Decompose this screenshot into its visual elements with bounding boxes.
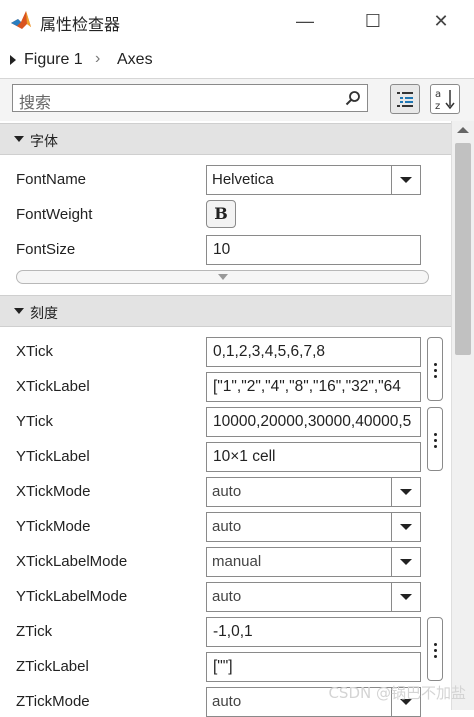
field-value: 10×1 cell [213,448,276,465]
window-title: 属性检查器 [40,15,121,34]
chevron-down-icon[interactable] [391,478,420,506]
watermark: CSDN @锅巴不加盐 [328,684,466,702]
group-view-icon [397,92,413,107]
breadcrumb-figure[interactable]: Figure 1 [24,51,83,69]
property-name: YTickMode [16,518,91,535]
collapse-triangle-icon [14,136,24,142]
ztick-field[interactable]: -1,0,1 [206,617,421,647]
svg-text:a: a [435,89,441,100]
section-header-ticks[interactable]: 刻度 [0,295,451,327]
field-value: ["1","2","4","8","16","32","64 [213,378,401,395]
chevron-down-icon[interactable] [391,583,420,611]
breadcrumb-axes[interactable]: Axes [117,51,153,69]
matlab-logo-icon [11,11,31,29]
property-name: ZTick [16,623,53,640]
maximize-button[interactable]: ☐ [356,6,390,36]
minimize-button[interactable]: — [288,6,322,36]
scrollbar-thumb[interactable] [455,143,471,355]
section-header-font[interactable]: 字体 [0,123,451,155]
section-label: 字体 [30,134,58,150]
zticklabel-field[interactable]: [""] [206,652,421,682]
dropdown-value: auto [212,518,242,535]
property-name: YTickLabelMode [16,588,128,605]
property-name: FontWeight [16,206,93,223]
chevron-down-icon[interactable] [391,513,420,541]
property-name: ZTickLabel [16,658,89,675]
xtickmode-dropdown[interactable]: auto [206,477,421,507]
group-view-button[interactable] [390,84,420,114]
dropdown-value: auto [212,483,242,500]
property-name: XTickLabel [16,378,90,395]
scroll-up-icon[interactable] [457,127,469,133]
yticklabel-field[interactable]: 10×1 cell [206,442,421,472]
more-options-button[interactable] [427,617,443,681]
property-name: XTickMode [16,483,91,500]
dropdown-value: auto [212,693,242,710]
dropdown-value: Helvetica [212,171,274,188]
close-icon: ✕ [433,10,449,31]
yticklabelmode-dropdown[interactable]: auto [206,582,421,612]
chevron-down-icon[interactable] [391,548,420,576]
dropdown-value: auto [212,588,242,605]
fontname-dropdown[interactable]: Helvetica [206,165,421,195]
chevron-down-icon[interactable] [391,166,420,194]
chevron-right-icon: › [95,50,101,67]
property-name: XTick [16,343,53,360]
collapse-triangle-icon [14,308,24,314]
close-button[interactable]: ✕ [424,6,458,36]
ytick-field[interactable]: 10000,20000,30000,40000,5 [206,407,421,437]
property-name: YTickLabel [16,448,90,465]
field-value: 0,1,2,3,4,5,6,7,8 [213,343,326,360]
sort-alphabetical-icon: a z [435,89,455,112]
xtick-field[interactable]: 0,1,2,3,4,5,6,7,8 [206,337,421,367]
field-value: [""] [213,658,233,675]
property-name: XTickLabelMode [16,553,128,570]
property-name: YTick [16,413,53,430]
sort-alphabetical-button[interactable]: a z [430,84,460,114]
minimize-icon: — [296,10,314,31]
breadcrumb: Figure 1 › Axes [0,42,474,79]
dropdown-value: manual [212,553,262,570]
property-name: FontSize [16,241,76,258]
vertical-scrollbar[interactable] [451,121,474,710]
section-label: 刻度 [30,306,58,322]
search-input[interactable]: 搜索 [12,84,368,112]
show-more-expander[interactable] [16,270,429,284]
property-name: ZTickMode [16,693,90,710]
field-value: 10000,20000,30000,40000,5 [213,413,412,430]
bold-toggle-button[interactable]: B [206,200,236,228]
search-placeholder: 搜索 [19,93,52,112]
svg-text:z: z [435,101,440,112]
ytickmode-dropdown[interactable]: auto [206,512,421,542]
xticklabelmode-dropdown[interactable]: manual [206,547,421,577]
maximize-icon: ☐ [364,10,382,31]
fontsize-field[interactable]: 10 [206,235,421,265]
expand-arrow-icon[interactable] [10,55,16,65]
search-icon[interactable] [345,90,361,106]
property-name: FontName [16,171,87,188]
xticklabel-field[interactable]: ["1","2","4","8","16","32","64 [206,372,421,402]
title-bar: 属性检查器 — ☐ ✕ [0,0,474,42]
field-value: 10 [213,241,231,258]
field-value: -1,0,1 [213,623,253,640]
more-options-button[interactable] [427,337,443,401]
more-options-button[interactable] [427,407,443,471]
